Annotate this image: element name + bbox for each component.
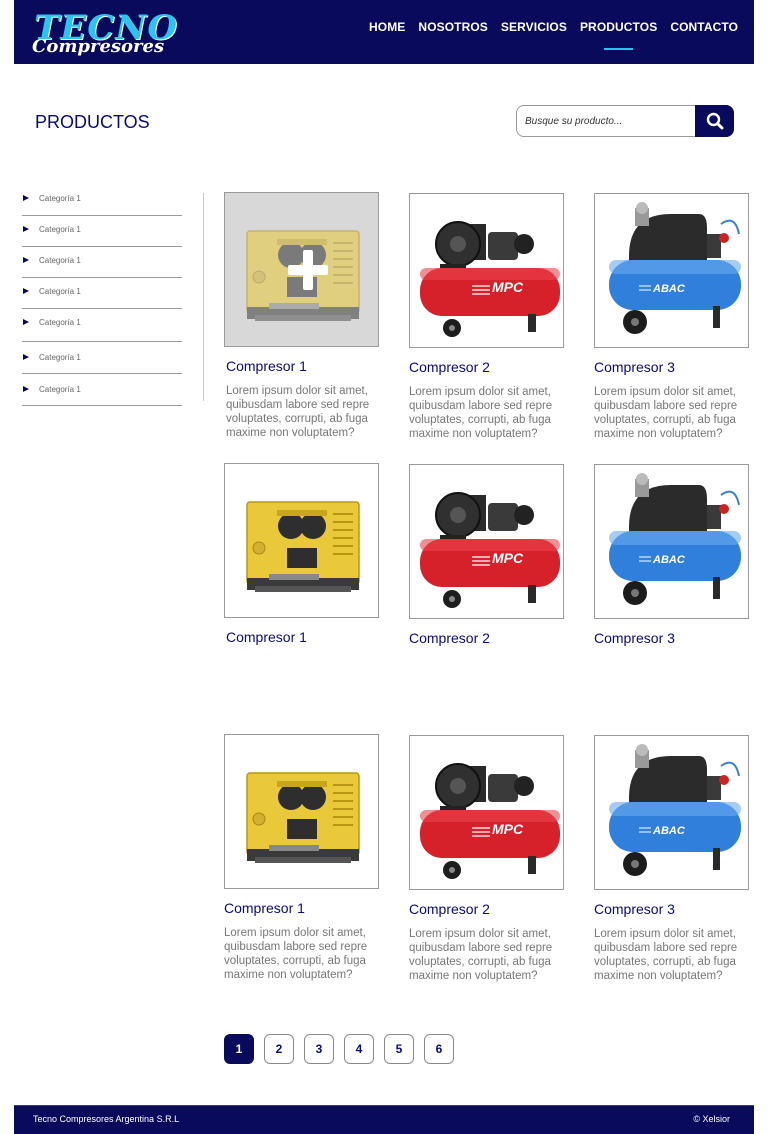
- product-name[interactable]: Compresor 2: [409, 359, 490, 375]
- product-card[interactable]: MPC Compresor 2: [409, 464, 565, 646]
- svg-text:ABAC: ABAC: [652, 554, 686, 566]
- product-name[interactable]: Compresor 2: [409, 630, 490, 646]
- category-item[interactable]: Categoría 1: [22, 185, 182, 216]
- product-card[interactable]: MPC Compresor 2 Lorem ipsum dolor sit ame…: [409, 193, 565, 440]
- product-image[interactable]: ABAC: [594, 735, 749, 890]
- product-image[interactable]: ABAC: [594, 193, 749, 348]
- yellow-generator-image: [246, 501, 360, 592]
- page-button-5[interactable]: 5: [384, 1034, 414, 1064]
- svg-text:ABAC: ABAC: [652, 825, 686, 837]
- product-image[interactable]: ABAC: [594, 464, 749, 619]
- nav-home[interactable]: HOME: [369, 20, 405, 34]
- search-button[interactable]: [695, 105, 734, 137]
- svg-text:MPC: MPC: [492, 279, 524, 295]
- page: TECNO Compresores HOME NOSOTROS SERVICIO…: [0, 0, 768, 1134]
- product-name[interactable]: Compresor 3: [594, 901, 675, 917]
- category-label: Categoría 1: [39, 385, 81, 394]
- product-description: Lorem ipsum dolor sit amet, quibusdam la…: [594, 386, 738, 440]
- category-item[interactable]: Categoría 1: [22, 374, 182, 406]
- red-compressor-image: MPC: [420, 221, 560, 337]
- category-item[interactable]: Categoría 1: [22, 247, 182, 278]
- category-label: Categoría 1: [39, 353, 81, 362]
- red-compressor-image: MPC: [420, 763, 560, 879]
- arrow-right-icon: [23, 288, 29, 294]
- product-card[interactable]: ABAC Compresor 3: [594, 464, 750, 646]
- arrow-right-icon: [23, 226, 29, 232]
- product-description: Lorem ipsum dolor sit amet, quibusdam la…: [224, 927, 368, 981]
- logo[interactable]: TECNO Compresores: [32, 8, 182, 60]
- svg-text:MPC: MPC: [492, 821, 524, 837]
- product-name[interactable]: Compresor 1: [226, 629, 307, 645]
- blue-compressor-image: ABAC: [609, 744, 741, 876]
- category-item[interactable]: Categoría 1: [22, 278, 182, 309]
- site-footer: Tecno Compresores Argentina S.R.L © Xels…: [14, 1105, 754, 1134]
- svg-text:MPC: MPC: [492, 550, 524, 566]
- sidebar-divider: [203, 193, 204, 401]
- category-item[interactable]: Categoría 1: [22, 309, 182, 342]
- page-button-4[interactable]: 4: [344, 1034, 374, 1064]
- category-item[interactable]: Categoría 1: [22, 342, 182, 374]
- product-name[interactable]: Compresor 1: [224, 900, 305, 916]
- nav-productos[interactable]: PRODUCTOS: [580, 20, 657, 50]
- page-button-3[interactable]: 3: [304, 1034, 334, 1064]
- category-label: Categoría 1: [39, 318, 81, 327]
- svg-text:ABAC: ABAC: [652, 283, 686, 295]
- product-card[interactable]: ABAC Compresor 3 Lorem ipsum dolor sit am…: [594, 193, 750, 440]
- product-image[interactable]: [224, 734, 379, 889]
- arrow-right-icon: [23, 195, 29, 201]
- category-label: Categoría 1: [39, 287, 81, 296]
- arrow-right-icon: [23, 319, 29, 325]
- product-image[interactable]: [224, 463, 379, 618]
- product-card[interactable]: ABAC Compresor 3 Lorem ipsum dolor sit am…: [594, 735, 750, 982]
- product-name[interactable]: Compresor 3: [594, 630, 675, 646]
- pagination: 1 2 3 4 5 6: [224, 1034, 454, 1064]
- product-description: Lorem ipsum dolor sit amet, quibusdam la…: [409, 928, 553, 982]
- product-description: Lorem ipsum dolor sit amet, quibusdam la…: [594, 928, 738, 982]
- product-name[interactable]: Compresor 1: [226, 358, 307, 374]
- plus-icon[interactable]: [288, 250, 328, 290]
- arrow-right-icon: [23, 354, 29, 360]
- product-image[interactable]: MPC: [409, 464, 564, 619]
- nav-contacto[interactable]: CONTACTO: [670, 20, 738, 34]
- product-description: Lorem ipsum dolor sit amet, quibusdam la…: [226, 385, 370, 439]
- yellow-generator-image: [246, 772, 360, 863]
- product-card[interactable]: Compresor 1 Lorem ipsum dolor sit amet, q…: [224, 734, 380, 981]
- blue-compressor-image: ABAC: [609, 202, 741, 334]
- page-button-2[interactable]: 2: [264, 1034, 294, 1064]
- product-name[interactable]: Compresor 3: [594, 359, 675, 375]
- arrow-right-icon: [23, 386, 29, 392]
- category-item[interactable]: Categoría 1: [22, 216, 182, 247]
- page-button-1[interactable]: 1: [224, 1034, 254, 1064]
- logo-line2: Compresores: [32, 36, 165, 57]
- product-image[interactable]: [224, 192, 379, 347]
- site-header: TECNO Compresores HOME NOSOTROS SERVICIO…: [14, 0, 754, 64]
- product-image[interactable]: MPC: [409, 735, 564, 890]
- product-name[interactable]: Compresor 2: [409, 901, 490, 917]
- product-card[interactable]: MPC Compresor 2 Lorem ipsum dolor sit ame…: [409, 735, 565, 982]
- footer-credit[interactable]: © Xelsior: [693, 1114, 730, 1124]
- footer-company: Tecno Compresores Argentina S.R.L: [33, 1114, 180, 1124]
- search-input[interactable]: [525, 113, 695, 129]
- category-label: Categoría 1: [39, 194, 81, 203]
- product-card[interactable]: Compresor 1: [224, 463, 380, 645]
- nav-nosotros[interactable]: NOSOTROS: [418, 20, 487, 34]
- product-description: Lorem ipsum dolor sit amet, quibusdam la…: [409, 386, 553, 440]
- page-title: PRODUCTOS: [35, 112, 150, 132]
- main-nav: HOME NOSOTROS SERVICIOS PRODUCTOS CONTAC…: [369, 20, 738, 50]
- red-compressor-image: MPC: [420, 492, 560, 608]
- product-image[interactable]: MPC: [409, 193, 564, 348]
- arrow-right-icon: [23, 257, 29, 263]
- category-sidebar: Categoría 1 Categoría 1 Categoría 1 Cate…: [22, 185, 182, 406]
- category-label: Categoría 1: [39, 256, 81, 265]
- nav-servicios[interactable]: SERVICIOS: [501, 20, 567, 34]
- page-button-6[interactable]: 6: [424, 1034, 454, 1064]
- search-icon: [706, 112, 723, 130]
- category-label: Categoría 1: [39, 225, 81, 234]
- product-card[interactable]: Compresor 1 Lorem ipsum dolor sit amet, q…: [224, 192, 380, 439]
- blue-compressor-image: ABAC: [609, 473, 741, 605]
- search-box: [516, 105, 734, 137]
